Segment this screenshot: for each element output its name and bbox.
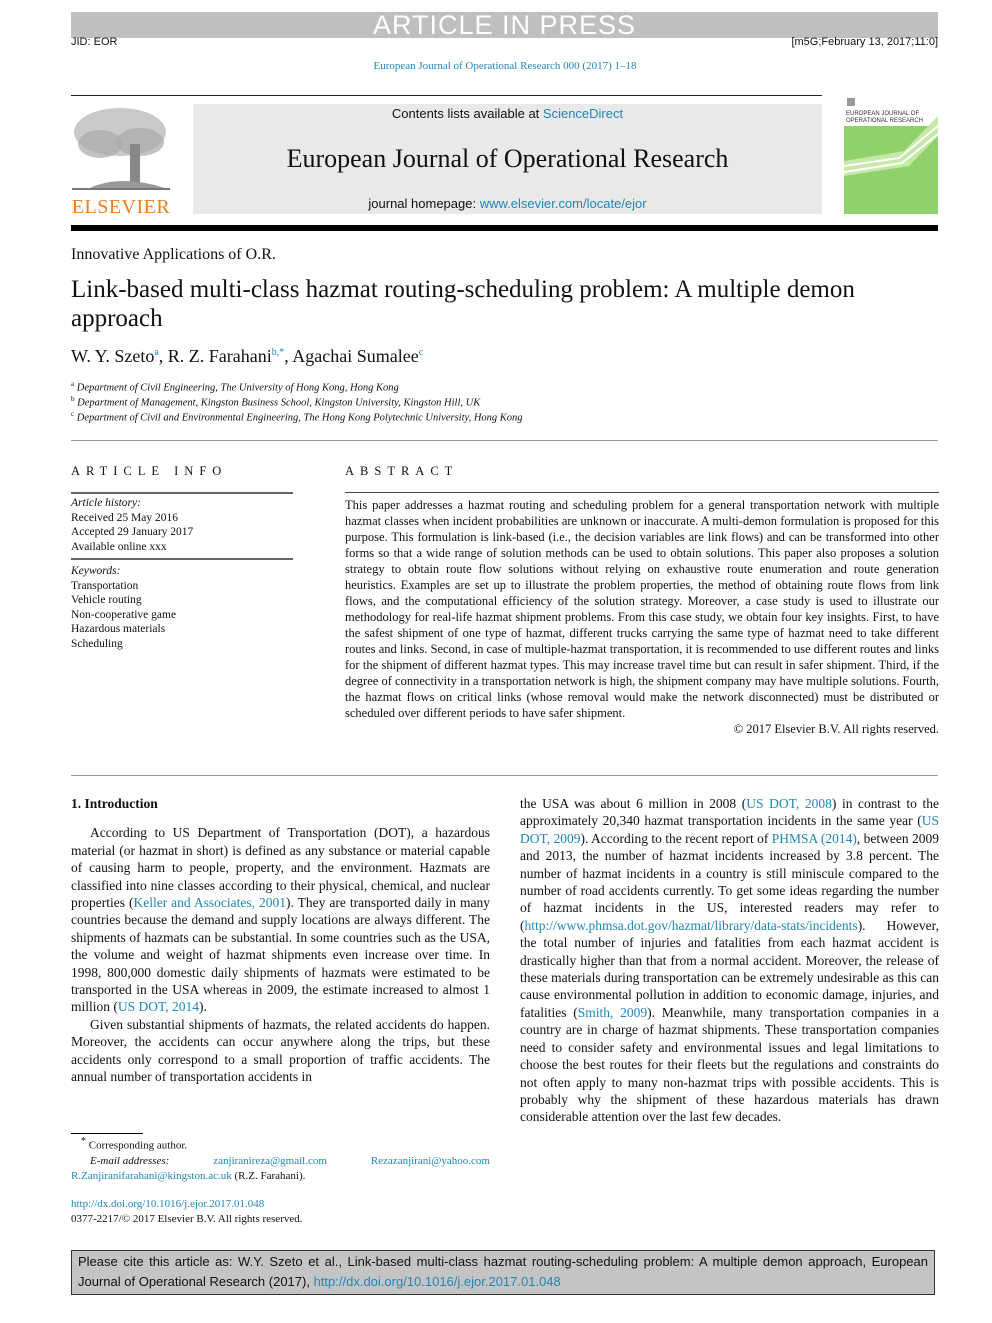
affiliation-mark: b <box>71 395 75 403</box>
author-name[interactable]: R. Z. Farahani <box>168 346 272 366</box>
article-section-label: Innovative Applications of O.R. <box>71 246 276 263</box>
affiliation: c Department of Civil and Environmental … <box>71 410 523 424</box>
history-label: Article history: <box>71 497 141 509</box>
cover-title-1: EUROPEAN JOURNAL OF <box>846 111 919 117</box>
author-affiliation-mark[interactable]: c <box>419 347 423 358</box>
citation-link[interactable]: Keller and Associates, 2001 <box>133 895 286 910</box>
citation-doi-link[interactable]: http://dx.doi.org/10.1016/j.ejor.2017.01… <box>314 1274 561 1289</box>
history-online: Available online xxx <box>71 540 167 553</box>
keyword: Vehicle routing <box>71 594 142 606</box>
cover-art-icon: EUROPEAN JOURNAL OF OPERATIONAL RESEARCH <box>844 96 938 176</box>
doi-block: http://dx.doi.org/10.1016/j.ejor.2017.01… <box>71 1197 303 1226</box>
affiliation-text: Department of Civil Engineering, The Uni… <box>76 382 399 394</box>
body-column-right: the USA was about 6 million in 2008 (US … <box>520 795 939 1126</box>
body-column-left: 1. Introduction According to US Departme… <box>71 795 490 1086</box>
affiliation-mark: c <box>71 410 75 418</box>
email-link[interactable]: zanjiranireza@gmail.com <box>213 1154 327 1169</box>
footnote: * Corresponding author. E-mail addresses… <box>71 1134 490 1184</box>
text-run: ). They are transported daily in many co… <box>71 895 491 1015</box>
keywords-label: Keywords: <box>71 565 121 577</box>
paragraph: the USA was about 6 million in 2008 (US … <box>520 795 939 1126</box>
abstract-body: This paper addresses a hazmat routing an… <box>345 497 939 737</box>
citation-link[interactable]: Smith, 2009 <box>578 1005 647 1020</box>
homepage-line: journal homepage: www.elsevier.com/locat… <box>193 196 822 211</box>
journal-id: JID: EOR <box>71 36 118 48</box>
abstract-bottom-rule <box>71 775 938 776</box>
abstract-rule <box>345 492 939 493</box>
abstract-text: This paper addresses a hazmat routing an… <box>345 498 939 720</box>
article-info-panel: Article history: Received 25 May 2016 Ac… <box>71 496 293 651</box>
email-owner: (R.Z. Farahani). <box>234 1169 306 1182</box>
issn-copyright: 0377-2217/© 2017 Elsevier B.V. All right… <box>71 1212 303 1225</box>
citation-link[interactable]: US DOT, 2014 <box>118 999 199 1014</box>
section-heading-introduction: 1. Introduction <box>71 796 158 811</box>
contents-prefix: Contents lists available at <box>391 106 543 121</box>
keywords-rule <box>71 558 293 560</box>
affiliation: a Department of Civil Engineering, The U… <box>71 380 399 394</box>
journal-masthead: Contents lists available at ScienceDirec… <box>193 104 822 214</box>
article-title: Link-based multi-class hazmat routing-sc… <box>71 276 855 332</box>
corresponding-author-note: Corresponding author. <box>88 1139 188 1152</box>
text-run: ). <box>199 999 207 1015</box>
author-name[interactable]: W. Y. Szeto <box>71 346 154 366</box>
abstract-copyright: © 2017 Elsevier B.V. All rights reserved… <box>733 722 939 736</box>
author-affiliation-mark[interactable]: b,* <box>272 347 285 358</box>
text-run: ). Meanwhile, many transportation compan… <box>520 1004 939 1125</box>
header-rule <box>71 95 822 96</box>
article-info-heading: ARTICLE INFO <box>71 464 228 478</box>
keyword: Hazardous materials <box>71 623 166 635</box>
header-thick-rule <box>71 225 938 231</box>
article-info-rule <box>71 492 293 494</box>
contents-line: Contents lists available at ScienceDirec… <box>193 106 822 121</box>
citation-link[interactable]: PHMSA (2014) <box>772 831 857 846</box>
affiliation-text: Department of Civil and Environmental En… <box>76 412 523 424</box>
email-label: E-mail addresses: <box>90 1154 170 1167</box>
affiliation-mark: a <box>71 380 75 388</box>
paragraph: Given substantial shipments of hazmats, … <box>71 1016 490 1085</box>
author-list: W. Y. Szetoa, R. Z. Farahanib,*, Agachai… <box>71 346 423 367</box>
tree-icon <box>72 108 170 190</box>
affiliation-text: Department of Management, Kingston Busin… <box>77 397 481 409</box>
production-stamp: [m5G;February 13, 2017;11:0] <box>791 36 938 48</box>
homepage-prefix: journal homepage: <box>368 196 480 211</box>
keyword: Scheduling <box>71 637 123 650</box>
text-run: the USA was about 6 million in 2008 ( <box>520 796 747 811</box>
elsevier-wordmark: ELSEVIER <box>71 196 171 218</box>
article-in-press-banner: ARTICLE IN PRESS <box>71 12 938 39</box>
email-link[interactable]: R.Zanjiranifarahani@kingston.ac.uk <box>71 1170 232 1182</box>
affiliation-rule <box>71 440 938 441</box>
history-received: Received 25 May 2016 <box>71 511 178 524</box>
abstract-heading: ABSTRACT <box>345 464 459 478</box>
email-link[interactable]: Rezazanjirani@yahoo.com <box>371 1154 490 1169</box>
journal-title: European Journal of Operational Research <box>286 144 729 173</box>
keyword: Non-cooperative game <box>71 608 177 621</box>
text-run: ). According to the recent report of <box>580 830 772 846</box>
journal-reference-link[interactable]: European Journal of Operational Research… <box>0 60 992 72</box>
history-accepted: Accepted 29 January 2017 <box>71 526 194 538</box>
keyword: Transportation <box>71 579 139 592</box>
author-name[interactable]: Agachai Sumalee <box>292 346 418 366</box>
phmsa-url-link[interactable]: http://www.phmsa.dot.gov/hazmat/library/… <box>525 918 858 933</box>
cover-title-2: OPERATIONAL RESEARCH <box>846 118 923 124</box>
journal-homepage-link[interactable]: www.elsevier.com/locate/ejor <box>480 196 647 211</box>
journal-cover-thumbnail: EUROPEAN JOURNAL OF OPERATIONAL RESEARCH <box>844 96 938 214</box>
doi-link[interactable]: http://dx.doi.org/10.1016/j.ejor.2017.01… <box>71 1197 303 1212</box>
author-separator: , <box>158 346 168 366</box>
affiliation: b Department of Management, Kingston Bus… <box>71 395 480 409</box>
paragraph: According to US Department of Transporta… <box>71 824 490 1015</box>
sciencedirect-link[interactable]: ScienceDirect <box>543 106 623 121</box>
citation-link[interactable]: US DOT, 2008 <box>746 796 832 811</box>
cite-this-article-box: Please cite this article as: W.Y. Szeto … <box>71 1250 935 1295</box>
footnote-mark: * <box>81 1136 86 1147</box>
